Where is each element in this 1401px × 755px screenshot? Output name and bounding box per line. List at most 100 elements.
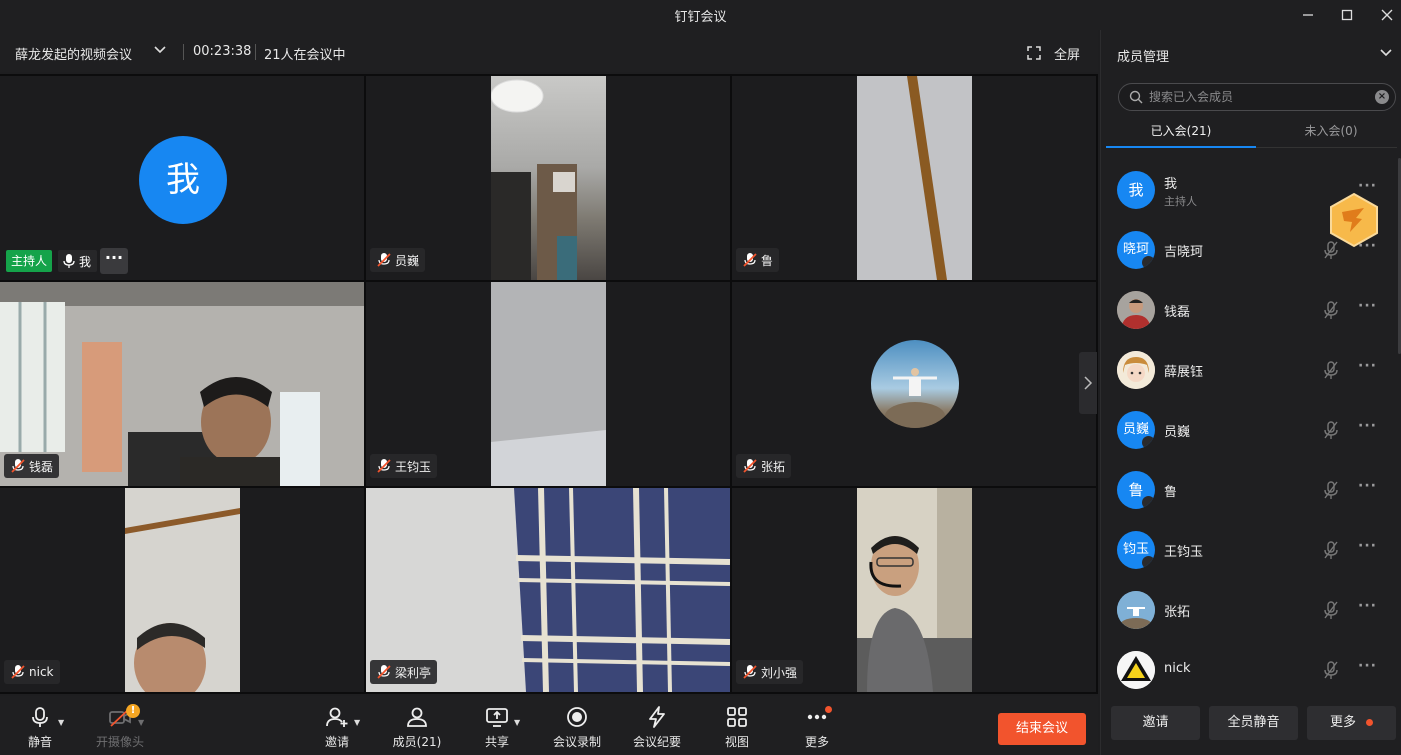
dingtalk-logo-icon[interactable]: [1328, 192, 1380, 248]
member-item[interactable]: 张拓 ···: [1101, 580, 1397, 640]
member-search[interactable]: ×: [1118, 83, 1396, 111]
meeting-title[interactable]: 薛龙发起的视频会议: [15, 44, 132, 63]
video-tile[interactable]: 王钧玉: [366, 282, 730, 486]
member-more-button[interactable]: ···: [1358, 658, 1377, 674]
participant-name: 钱磊: [29, 459, 54, 474]
invite-button[interactable]: 邀请: [302, 706, 372, 750]
video-tile[interactable]: 张拓: [732, 282, 1096, 486]
name-tag: 刘小强: [736, 660, 804, 684]
mute-button[interactable]: 静音: [5, 706, 75, 750]
member-more-button[interactable]: ···: [1358, 598, 1377, 614]
participant-name: 鲁: [761, 253, 774, 268]
search-input[interactable]: [1149, 88, 1369, 106]
mic-muted-icon: [377, 459, 391, 473]
mute-options-caret[interactable]: ▼: [58, 718, 64, 727]
more-label: 更多: [804, 735, 829, 749]
members-button[interactable]: 成员(21): [382, 706, 452, 750]
video-tile[interactable]: 鲁: [732, 76, 1096, 280]
panel-actions: 邀请 全员静音 更多: [1111, 706, 1399, 740]
member-name: 员巍: [1164, 425, 1191, 440]
name-tag: nick: [4, 660, 60, 684]
tab-not-joined[interactable]: 未入会(0): [1256, 122, 1401, 139]
video-tile[interactable]: 钱磊: [0, 282, 364, 486]
member-item[interactable]: 员巍 员巍 ···: [1101, 400, 1397, 460]
maximize-button[interactable]: [1336, 4, 1358, 26]
panel-more-button[interactable]: 更多: [1307, 706, 1396, 740]
avatar: [871, 340, 959, 428]
members-label: 成员(21): [392, 735, 442, 749]
participant-name: 张拓: [761, 459, 786, 474]
fullscreen-button[interactable]: 全屏: [1054, 44, 1080, 63]
member-more-button[interactable]: ···: [1358, 538, 1377, 554]
mic-muted-icon: [743, 253, 757, 267]
mic-muted-icon: [743, 459, 757, 473]
avatar-text: 晓珂: [1122, 242, 1149, 257]
name-tag: 我: [58, 250, 98, 272]
video-feed: [125, 488, 240, 692]
video-tile[interactable]: 梁利亭: [366, 488, 730, 692]
window-title: 钉钉会议: [674, 10, 727, 25]
mic-muted-icon: [11, 665, 25, 679]
tab-joined[interactable]: 已入会(21): [1106, 122, 1256, 139]
camera-options-caret[interactable]: ▼: [138, 718, 144, 727]
microphone-icon: [63, 254, 75, 268]
mic-muted-icon[interactable]: [1322, 480, 1340, 500]
close-button[interactable]: [1376, 4, 1398, 26]
member-more-button[interactable]: ···: [1358, 418, 1377, 434]
fullscreen-icon[interactable]: [1027, 46, 1041, 60]
invite-button[interactable]: 邀请: [1111, 706, 1200, 740]
avatar: [1117, 291, 1155, 329]
avatar-text: 钧玉: [1122, 542, 1149, 557]
record-button[interactable]: 会议录制: [542, 706, 612, 750]
mic-muted-icon[interactable]: [1322, 600, 1340, 620]
mic-muted-icon: [743, 665, 757, 679]
member-more-button[interactable]: ···: [1358, 298, 1377, 314]
mic-muted-icon[interactable]: [1322, 420, 1340, 440]
video-tile[interactable]: 刘小强: [732, 488, 1096, 692]
participant-name: 王钧玉: [395, 459, 432, 474]
mic-muted-icon[interactable]: [1322, 660, 1340, 680]
next-page-button[interactable]: [1079, 352, 1097, 414]
minimize-button[interactable]: [1297, 4, 1319, 26]
meeting-toolbar: 静音 ▼ 开摄像头 ! ▼ 邀请 ▼ 成员(21) 共享 ▼ 会议录制 会议纪要…: [0, 696, 1098, 755]
minutes-button[interactable]: 会议纪要: [622, 706, 692, 750]
microphone-icon: [32, 707, 48, 727]
share-label: 共享: [484, 735, 509, 749]
member-item[interactable]: 钱磊 ···: [1101, 280, 1397, 340]
end-meeting-button[interactable]: 结束会议: [998, 713, 1086, 745]
clear-search-button[interactable]: ×: [1375, 90, 1389, 104]
avatar: 员巍: [1117, 411, 1155, 449]
more-button[interactable]: 更多: [782, 706, 852, 750]
participant-name: 我: [79, 254, 92, 269]
avatar: 我: [139, 136, 227, 224]
chevron-down-icon[interactable]: [152, 42, 168, 58]
share-options-caret[interactable]: ▼: [514, 718, 520, 727]
member-tabs: 已入会(21) 未入会(0): [1106, 118, 1397, 148]
mic-muted-icon[interactable]: [1322, 300, 1340, 320]
meeting-window: 钉钉会议 薛龙发起的视频会议 00:23:38 21人在会议中 全屏 我 主持人…: [0, 0, 1401, 755]
member-item[interactable]: 鲁 鲁 ···: [1101, 460, 1397, 520]
minutes-label: 会议纪要: [632, 735, 681, 749]
member-item[interactable]: nick ···: [1101, 640, 1397, 700]
view-button[interactable]: 视图: [702, 706, 772, 750]
more-options-button[interactable]: ···: [100, 248, 128, 274]
chevron-down-icon[interactable]: [1378, 45, 1394, 61]
member-item[interactable]: 钧玉 王钧玉 ···: [1101, 520, 1397, 580]
video-tile-me[interactable]: 我 主持人 我 ···: [0, 76, 364, 280]
member-more-button[interactable]: ···: [1358, 358, 1377, 374]
member-more-button[interactable]: ···: [1358, 478, 1377, 494]
name-tag: 钱磊: [4, 454, 60, 478]
mute-all-button[interactable]: 全员静音: [1209, 706, 1298, 740]
mute-label: 静音: [27, 735, 52, 749]
mic-muted-icon[interactable]: [1322, 540, 1340, 560]
member-panel: 成员管理 × 已入会(21) 未入会(0) 我 我 主持人 ···: [1100, 30, 1401, 755]
member-item[interactable]: 薛展钰 ···: [1101, 340, 1397, 400]
invite-options-caret[interactable]: ▼: [354, 718, 360, 727]
camera-button[interactable]: 开摄像头: [85, 706, 155, 750]
record-icon: [567, 707, 587, 727]
close-icon: [1381, 9, 1393, 21]
share-button[interactable]: 共享: [462, 706, 532, 750]
video-tile[interactable]: nick: [0, 488, 364, 692]
video-tile[interactable]: 员巍: [366, 76, 730, 280]
mic-muted-icon[interactable]: [1322, 360, 1340, 380]
